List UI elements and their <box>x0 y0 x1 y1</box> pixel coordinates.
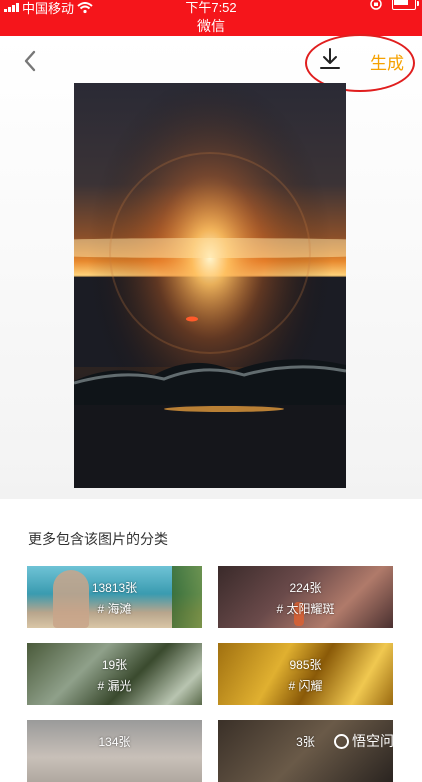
category-card-sparkle[interactable]: 985张 # 闪耀 <box>218 643 393 705</box>
section-title: 更多包含该图片的分类 <box>28 531 168 547</box>
category-count: 134张 <box>98 735 131 749</box>
orientation-lock-icon <box>370 0 382 10</box>
category-count: 19张 <box>101 658 128 672</box>
category-tag: # 漏光 <box>97 679 132 693</box>
category-card-5[interactable]: 134张 <box>27 720 202 782</box>
status-bar: 中国移动 下午7:52 微信 <box>0 0 422 36</box>
category-tag: # 闪耀 <box>288 679 323 693</box>
watermark-text: 悟空问答 <box>352 733 408 749</box>
image-viewer: 生成 <box>0 34 422 499</box>
category-count: 985张 <box>289 658 322 672</box>
category-card-beach[interactable]: 13813张 # 海滩 <box>27 566 202 628</box>
category-count: 224张 <box>289 581 322 595</box>
wukong-logo-icon <box>334 733 349 749</box>
battery-icon <box>392 0 419 10</box>
watermark: 悟空问答 <box>334 730 418 752</box>
back-chevron-icon[interactable] <box>20 48 40 74</box>
category-card-sun-flare[interactable]: 224张 # 太阳耀斑 <box>218 566 393 628</box>
category-card-light-leak[interactable]: 19张 # 漏光 <box>27 643 202 705</box>
category-tag: # 太阳耀斑 <box>276 602 335 616</box>
sunset-photo <box>74 83 346 488</box>
status-time: 下午7:52 <box>185 0 237 15</box>
status-right <box>370 0 419 10</box>
app-title: 微信 <box>197 18 225 34</box>
category-tag: # 海滩 <box>97 602 132 616</box>
category-count: 13813张 <box>91 581 138 595</box>
